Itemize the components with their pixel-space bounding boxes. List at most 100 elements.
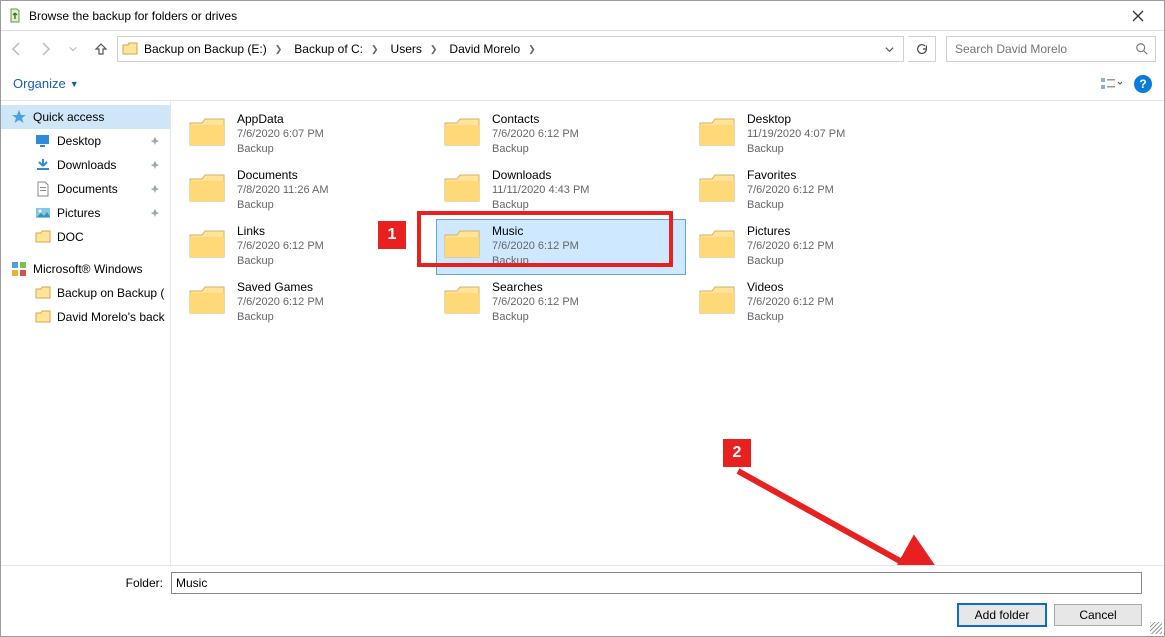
file-item[interactable]: Desktop11/19/2020 4:07 PMBackup xyxy=(691,107,941,163)
resize-grip[interactable] xyxy=(1150,622,1162,634)
breadcrumb-1[interactable]: Backup of C: ❯ xyxy=(288,37,384,61)
file-item[interactable]: Favorites7/6/2020 6:12 PMBackup xyxy=(691,163,941,219)
folder-icon xyxy=(442,111,482,151)
file-item-meta: Links7/6/2020 6:12 PMBackup xyxy=(237,223,324,269)
breadcrumb-3[interactable]: David Morelo ❯ xyxy=(443,37,541,61)
breadcrumb-0[interactable]: Backup on Backup (E:) ❯ xyxy=(138,37,288,61)
file-item-kind: Backup xyxy=(747,254,834,269)
sidebar-item-doc[interactable]: DOC xyxy=(1,225,170,249)
file-item[interactable]: Pictures7/6/2020 6:12 PMBackup xyxy=(691,219,941,275)
sidebar-doc-label: DOC xyxy=(57,230,84,244)
folder-icon xyxy=(442,167,482,207)
add-folder-button[interactable]: Add folder xyxy=(958,604,1046,626)
file-item-date: 7/6/2020 6:12 PM xyxy=(747,183,834,198)
folder-name-input[interactable] xyxy=(171,572,1142,594)
nav-row: Backup on Backup (E:) ❯ Backup of C: ❯ U… xyxy=(1,31,1164,67)
folder-icon xyxy=(697,167,737,207)
sidebar-item-desktop[interactable]: Desktop xyxy=(1,129,170,153)
file-item-meta: Documents7/8/2020 11:26 AMBackup xyxy=(237,167,329,213)
file-item-kind: Backup xyxy=(237,142,324,157)
file-item-meta: Saved Games7/6/2020 6:12 PMBackup xyxy=(237,279,324,325)
folder-icon xyxy=(187,279,227,319)
file-list: AppData7/6/2020 6:07 PMBackup Contacts7/6… xyxy=(171,101,1164,565)
sidebar-quick-access-label: Quick access xyxy=(33,110,104,124)
breadcrumb-2-label: Users xyxy=(391,42,422,56)
folder-name-row: Folder: xyxy=(13,572,1152,594)
file-item-date: 11/11/2020 4:43 PM xyxy=(492,183,589,198)
search-input[interactable] xyxy=(953,41,1135,57)
sidebar-item-david-backup[interactable]: David Morelo's back xyxy=(1,305,170,329)
file-item[interactable]: Saved Games7/6/2020 6:12 PMBackup xyxy=(181,275,431,331)
chevron-right-icon: ❯ xyxy=(275,44,283,55)
annotation-highlight-1 xyxy=(417,211,673,267)
dialog-window: Browse the backup for folders or drives … xyxy=(0,0,1165,637)
quick-access-icon xyxy=(11,109,27,125)
windows-icon xyxy=(11,261,27,277)
dialog-buttons: Add folder Cancel xyxy=(13,604,1152,626)
file-item-name: AppData xyxy=(237,111,324,127)
sidebar-documents-label: Documents xyxy=(57,182,118,196)
sidebar-item-backup-on-backup[interactable]: Backup on Backup ( xyxy=(1,281,170,305)
file-item-date: 7/6/2020 6:12 PM xyxy=(237,239,324,254)
file-item-kind: Backup xyxy=(492,310,579,325)
file-item[interactable]: Videos7/6/2020 6:12 PMBackup xyxy=(691,275,941,331)
file-item[interactable]: Contacts7/6/2020 6:12 PMBackup xyxy=(436,107,686,163)
search-box[interactable] xyxy=(946,36,1156,62)
nav-up-button[interactable] xyxy=(89,37,113,61)
refresh-button[interactable] xyxy=(908,36,936,62)
sidebar-pictures-label: Pictures xyxy=(57,206,100,220)
pin-icon xyxy=(150,183,162,195)
folder-icon xyxy=(187,223,227,263)
cancel-button[interactable]: Cancel xyxy=(1054,604,1142,626)
folder-icon xyxy=(122,41,138,57)
folder-icon xyxy=(187,167,227,207)
sidebar-item-pictures[interactable]: Pictures xyxy=(1,201,170,225)
sidebar-ms-windows-label: Microsoft® Windows xyxy=(33,262,143,276)
app-icon xyxy=(7,8,23,24)
add-folder-label: Add folder xyxy=(975,608,1030,622)
file-item-kind: Backup xyxy=(492,142,579,157)
file-item-date: 7/6/2020 6:12 PM xyxy=(747,239,834,254)
breadcrumb-3-label: David Morelo xyxy=(449,42,520,56)
file-item[interactable]: Documents7/8/2020 11:26 AMBackup xyxy=(181,163,431,219)
file-item[interactable]: Searches7/6/2020 6:12 PMBackup xyxy=(436,275,686,331)
file-item-meta: Desktop11/19/2020 4:07 PMBackup xyxy=(747,111,845,157)
help-button[interactable]: ? xyxy=(1134,75,1152,93)
pin-icon xyxy=(150,135,162,147)
nav-recent-dropdown[interactable] xyxy=(61,37,85,61)
file-item-name: Searches xyxy=(492,279,579,295)
folder-icon xyxy=(35,229,51,245)
file-item-date: 7/6/2020 6:12 PM xyxy=(237,295,324,310)
sidebar: Quick access Desktop Downloads Documents… xyxy=(1,101,171,565)
window-title: Browse the backup for folders or drives xyxy=(29,9,1118,23)
file-item-meta: Contacts7/6/2020 6:12 PMBackup xyxy=(492,111,579,157)
view-options-button[interactable] xyxy=(1100,75,1122,93)
file-item-name: Downloads xyxy=(492,167,589,183)
pin-icon xyxy=(150,207,162,219)
sidebar-item-documents[interactable]: Documents xyxy=(1,177,170,201)
chevron-right-icon: ❯ xyxy=(371,44,379,55)
sidebar-ms-windows[interactable]: Microsoft® Windows xyxy=(1,257,170,281)
sidebar-item-downloads[interactable]: Downloads xyxy=(1,153,170,177)
folder-icon xyxy=(697,111,737,151)
file-item-name: Videos xyxy=(747,279,834,295)
file-item[interactable]: AppData7/6/2020 6:07 PMBackup xyxy=(181,107,431,163)
folder-name-label: Folder: xyxy=(13,576,163,590)
address-bar[interactable]: Backup on Backup (E:) ❯ Backup of C: ❯ U… xyxy=(117,36,904,62)
file-item-meta: Favorites7/6/2020 6:12 PMBackup xyxy=(747,167,834,213)
breadcrumb-2[interactable]: Users ❯ xyxy=(385,37,444,61)
folder-icon xyxy=(35,285,51,301)
search-icon xyxy=(1135,42,1149,56)
sidebar-quick-access[interactable]: Quick access xyxy=(1,105,170,129)
file-item-kind: Backup xyxy=(747,310,834,325)
organize-label: Organize xyxy=(13,76,66,91)
file-item-date: 7/8/2020 11:26 AM xyxy=(237,183,329,198)
documents-icon xyxy=(35,181,51,197)
close-button[interactable] xyxy=(1118,5,1158,27)
organize-menu[interactable]: Organize ▼ xyxy=(13,76,79,91)
annotation-arrow xyxy=(726,451,976,565)
nav-back-button[interactable] xyxy=(5,37,29,61)
nav-forward-button[interactable] xyxy=(33,37,57,61)
file-item-name: Links xyxy=(237,223,324,239)
address-dropdown-button[interactable] xyxy=(879,45,899,54)
